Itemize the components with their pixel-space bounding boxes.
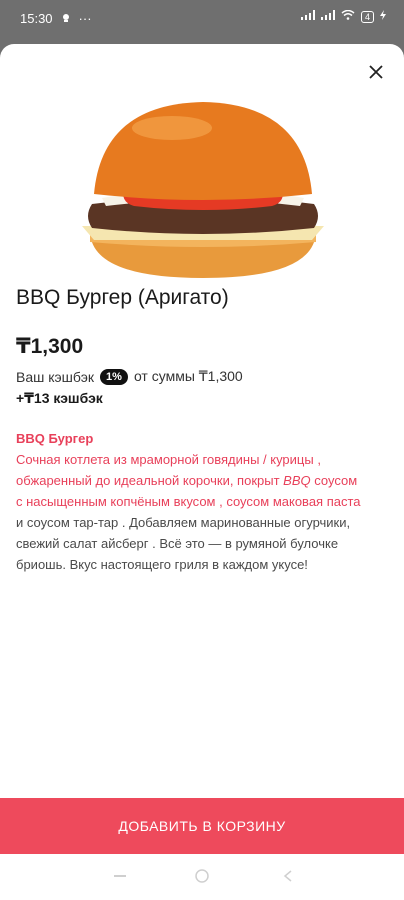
status-left: 15:30 ··· xyxy=(20,11,92,26)
close-icon xyxy=(369,64,383,84)
product-title: BBQ Бургер (Аригато) xyxy=(16,286,229,309)
cashback-percent-badge: 1% xyxy=(100,368,128,385)
description-part-1: Сочная котлета из мраморной говядины / к… xyxy=(16,452,321,488)
cashback-suffix: от суммы ₸1,300 xyxy=(133,368,243,384)
product-price: ₸1,300 xyxy=(16,335,84,358)
description-heading: BBQ Бургер xyxy=(16,431,94,446)
product-sheet: BBQ Бургер (Аригато) ₸1,300 Ваш кэшбэк 1… xyxy=(0,44,404,900)
back-icon[interactable] xyxy=(280,868,296,889)
signal-icon xyxy=(300,10,315,23)
signal-icon-2 xyxy=(320,10,335,23)
status-right: 4 xyxy=(300,9,386,23)
description-part-2: BBQ xyxy=(283,473,311,488)
system-nav-bar xyxy=(0,854,404,900)
charging-icon xyxy=(380,10,386,23)
add-to-cart-button[interactable]: ДОБАВИТЬ В КОРЗИНУ xyxy=(0,798,404,854)
wifi-icon xyxy=(341,9,355,23)
recents-icon[interactable] xyxy=(112,868,128,889)
close-button[interactable] xyxy=(364,62,388,86)
battery-level: 4 xyxy=(364,11,370,22)
product-image xyxy=(72,102,334,278)
home-icon[interactable] xyxy=(194,868,210,889)
status-time: 15:30 xyxy=(20,11,53,26)
description-part-4: и соусом тар-тар . Добавляем маринованны… xyxy=(16,515,351,572)
cashback-amount: +₸13 кэшбэк xyxy=(16,390,103,406)
status-bar: 15:30 ··· 4 xyxy=(0,0,404,38)
cashback-row: Ваш кэшбэк 1% от суммы ₸1,300 xyxy=(16,368,243,385)
battery-icon: 4 xyxy=(360,10,374,23)
cashback-label: Ваш кэшбэк xyxy=(16,368,95,385)
notification-icon xyxy=(61,11,71,26)
status-dots: ··· xyxy=(78,11,92,26)
product-description: BBQ Бургер Сочная котлета из мраморной г… xyxy=(16,428,366,575)
